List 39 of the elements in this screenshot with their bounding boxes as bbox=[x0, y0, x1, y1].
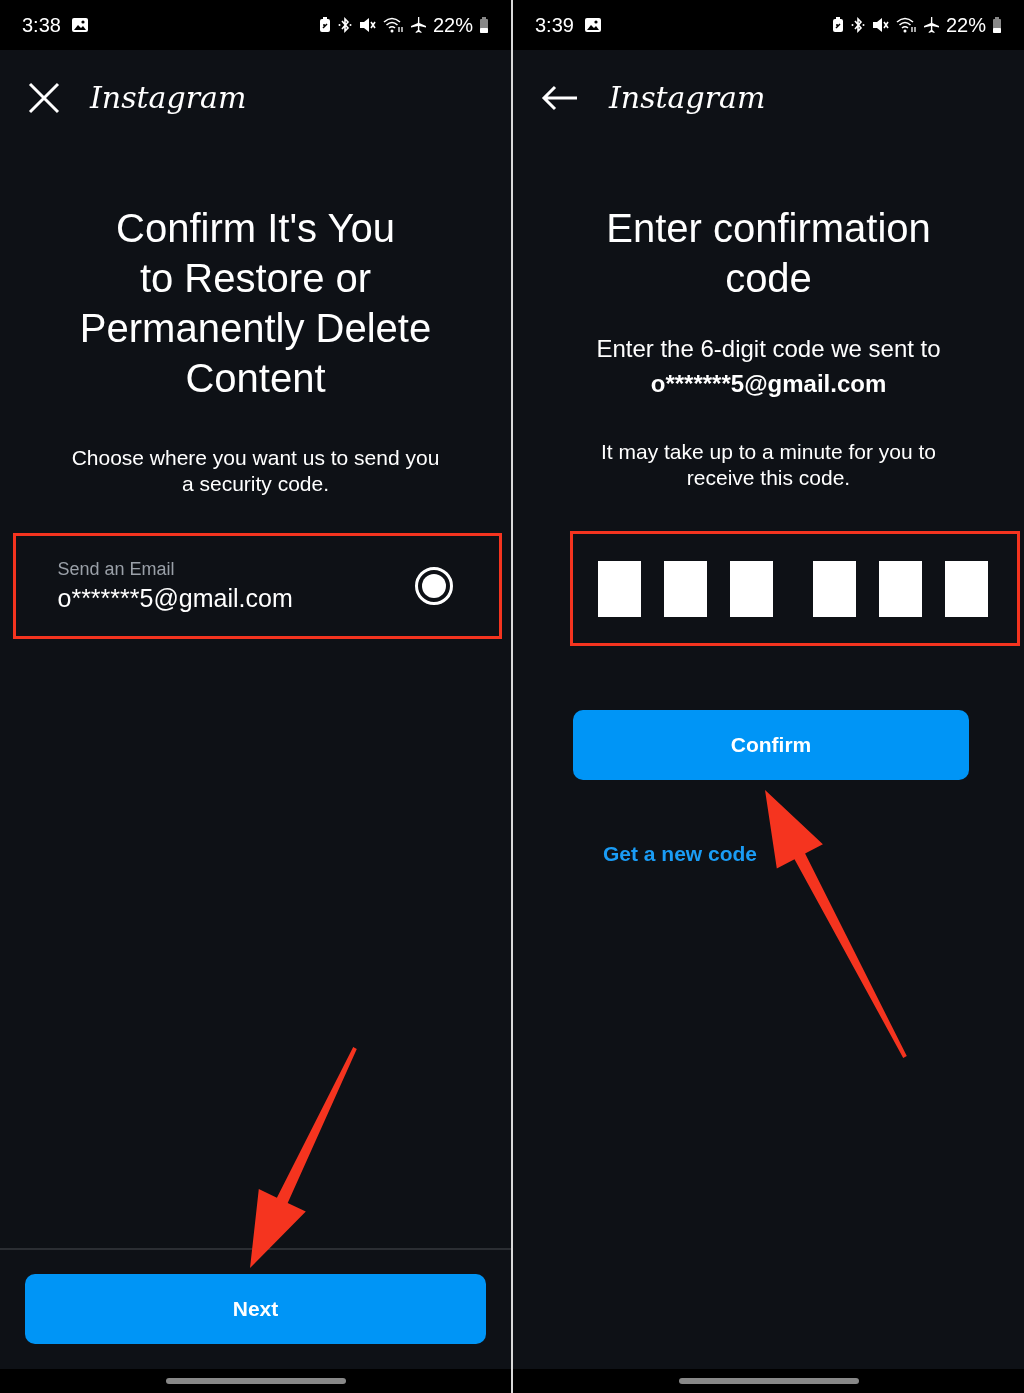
battery-icon bbox=[992, 17, 1002, 33]
code-digit-field[interactable] bbox=[597, 560, 641, 617]
app-logo: Instagram bbox=[90, 80, 247, 115]
battery-icon bbox=[479, 17, 489, 33]
option-value: o*******5@gmail.com bbox=[57, 584, 293, 613]
airplane-icon bbox=[921, 17, 940, 33]
wifi-icon bbox=[895, 17, 916, 33]
bluetooth-icon bbox=[849, 17, 866, 33]
image-icon bbox=[70, 17, 89, 33]
new-code-link[interactable]: Get a new code bbox=[603, 842, 758, 866]
battery-saver-icon bbox=[318, 17, 331, 33]
code-digit-field[interactable] bbox=[729, 560, 773, 617]
email-option[interactable]: Send an Email o*******5@gmail.com bbox=[15, 536, 499, 636]
clock-time: 3:38 bbox=[22, 13, 61, 37]
battery-percent: 22% bbox=[945, 13, 986, 37]
wifi-icon bbox=[382, 17, 403, 33]
close-icon[interactable] bbox=[28, 81, 60, 114]
image-icon bbox=[583, 17, 602, 33]
muted-speaker-icon bbox=[871, 17, 890, 33]
option-label: Send an Email bbox=[57, 559, 176, 580]
airplane-icon bbox=[408, 17, 427, 33]
muted-speaker-icon bbox=[358, 17, 377, 33]
bluetooth-icon bbox=[336, 17, 353, 33]
instruction-text: Enter the 6-digit code we sent to bbox=[596, 334, 941, 364]
page-title: Confirm It's You to Restore or Permanently Delete Content bbox=[79, 205, 432, 402]
instruction-text: It may take up to a minute for you to receive this code. bbox=[601, 439, 936, 491]
code-digit-field[interactable] bbox=[663, 560, 707, 617]
email-address: o*******5@gmail.com bbox=[650, 369, 887, 399]
back-arrow-icon[interactable] bbox=[541, 84, 579, 111]
instruction-text: Choose where you want us to send you a security code. bbox=[71, 445, 440, 497]
code-digit-field[interactable] bbox=[944, 560, 988, 617]
battery-percent: 22% bbox=[432, 13, 473, 37]
page-title: Enter confirmation code bbox=[606, 205, 931, 302]
radio-button[interactable] bbox=[414, 567, 453, 605]
battery-saver-icon bbox=[831, 17, 844, 33]
code-digit-field[interactable] bbox=[812, 560, 856, 617]
code-digit-field[interactable] bbox=[878, 560, 922, 617]
clock-time: 3:39 bbox=[535, 13, 574, 37]
app-logo: Instagram bbox=[609, 80, 766, 115]
